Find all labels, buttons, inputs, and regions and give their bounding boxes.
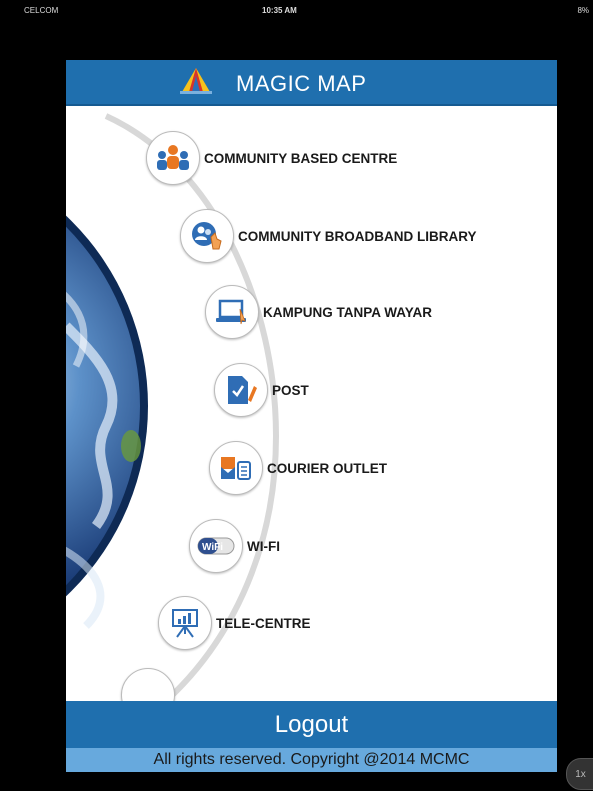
presentation-board-icon [158,596,212,650]
people-group-icon [146,131,200,185]
menu-item-label: TELE-CENTRE [216,615,311,631]
menu-item-tele-centre[interactable]: TELE-CENTRE [158,595,311,651]
menu-item-label: KAMPUNG TANPA WAYAR [263,304,433,320]
globe-image [66,215,148,629]
triangle-logo-icon [180,68,212,94]
menu-item-label: POST [272,382,309,398]
menu-item-label: COURIER OUTLET [267,460,387,476]
package-document-icon [209,441,263,495]
menu-item-post[interactable]: POST [214,362,309,418]
app-header: MAGIC MAP [66,60,557,106]
menu-item-wi-fi[interactable]: WiFi WI-FI [189,518,280,574]
wifi-badge-text: WiFi [202,542,223,553]
clock-label: 10:35 AM [262,6,297,15]
status-bar: CELCOM 10:35 AM 8% [0,0,593,20]
menu-item-courier-outlet[interactable]: COURIER OUTLET [209,440,387,496]
app-title: MAGIC MAP [236,71,367,96]
menu-item-kampung-tanpa-wayar[interactable]: KAMPUNG TANPA WAYAR [205,284,432,340]
menu-item-community-broadband-library[interactable]: COMMUNITY BROADBAND LIBRARY [180,208,477,264]
carrier-label: CELCOM [24,6,59,15]
menu-area: COMMUNITY BASED CENTRE COMMUNITY BROADBA… [66,106,557,701]
wifi-badge-icon: WiFi [189,519,243,573]
laptop-icon [205,285,259,339]
copyright-footer: All rights reserved. Copyright @2014 MCM… [66,748,557,772]
menu-item-label: COMMUNITY BASED CENTRE [204,150,398,166]
menu-item-label: COMMUNITY BROADBAND LIBRARY [238,228,477,244]
logout-button[interactable]: Logout [66,701,557,748]
menu-item-community-based-centre[interactable]: COMMUNITY BASED CENTRE [146,130,397,186]
battery-label: 8% [577,6,589,15]
app-window: MAGIC MAP COMMUNITY BASED CENTRE COMMUNI… [66,60,557,772]
zoom-toggle-button[interactable]: 1x [566,758,593,790]
menu-item-label: WI-FI [247,538,280,554]
user-touch-icon [180,209,234,263]
document-pen-icon [214,363,268,417]
